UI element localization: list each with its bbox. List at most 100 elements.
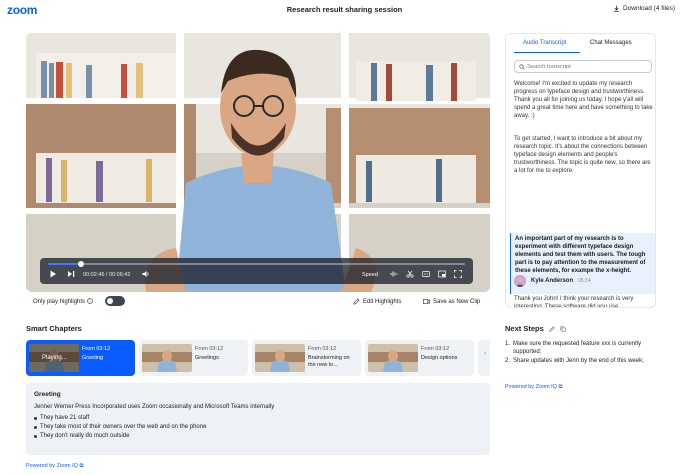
list-item: 1. Make sure the requested feature xxx is… xyxy=(505,340,657,356)
tab-chat-messages[interactable]: Chat Messages xyxy=(590,40,632,46)
page-title: Research result sharing session xyxy=(286,5,403,14)
item-text: Share updates with Jenn by the end of th… xyxy=(513,358,644,364)
clip-icon xyxy=(423,299,430,304)
copy-icon[interactable] xyxy=(560,325,566,332)
speed-button[interactable]: Speed xyxy=(362,271,378,279)
pip-icon xyxy=(438,270,446,278)
chapter-card[interactable]: From 03:12 Design options xyxy=(365,340,474,376)
chapter-from: From 03:12 xyxy=(421,346,450,352)
play-button[interactable] xyxy=(49,270,57,278)
next-steps-header: Next Steps xyxy=(505,324,566,333)
volume-button[interactable] xyxy=(142,270,150,278)
active-tab-indicator xyxy=(514,52,580,53)
summary-bullets: They have 21 staff They take most of the… xyxy=(34,415,482,439)
captions-icon xyxy=(422,271,430,277)
item-text: Make sure the requested feature xxx is c… xyxy=(513,341,642,355)
chapter-name: Design options xyxy=(421,355,458,361)
tab-audio-transcript[interactable]: Audio Transcript xyxy=(523,40,566,46)
highlight-text: An important part of my research is to e… xyxy=(515,236,646,274)
smart-chapters-title: Smart Chapters xyxy=(26,324,82,333)
search-icon xyxy=(519,64,525,70)
save-clip-label: Save as New Clip xyxy=(433,298,481,305)
powered-by-label: Powered by Zoom IQ xyxy=(505,384,557,390)
chapter-card[interactable]: From 03:12 Greetings xyxy=(139,340,248,376)
player-controls: 00:02:46 / 00:06:42 Speed xyxy=(40,258,473,284)
transcript-tabs: Audio Transcript Chat Messages xyxy=(506,38,655,53)
summary-bullet: They don't really do much outside xyxy=(34,433,482,439)
pencil-icon xyxy=(353,298,360,305)
video-frame xyxy=(26,33,490,292)
chapter-summary: Greeting Jenner Werner Press Incorporate… xyxy=(26,383,490,455)
trim-button[interactable] xyxy=(406,270,414,278)
summary-bullet: They take most of their owners over the … xyxy=(34,424,482,430)
item-number: 2. xyxy=(505,358,511,364)
speaker-timestamp: 05:14 xyxy=(578,278,591,284)
toggle-label-text: Only play highlights xyxy=(33,299,86,305)
skip-forward-icon xyxy=(68,271,75,277)
edit-icon[interactable] xyxy=(549,325,555,332)
powered-by-link[interactable]: Powered by Zoom IQ ⧉ xyxy=(505,384,562,391)
captions-button[interactable] xyxy=(422,270,430,278)
progress-handle[interactable] xyxy=(78,261,85,267)
chapter-thumbnail: Playing... xyxy=(29,344,79,372)
play-icon xyxy=(50,270,56,278)
picture-in-picture-button[interactable] xyxy=(438,270,446,278)
speaker-header: Kyle Anderson 05:14 xyxy=(514,275,591,287)
next-steps-list: 1. Make sure the requested feature xxx is… xyxy=(505,340,657,366)
fullscreen-button[interactable] xyxy=(454,270,462,278)
transcript-paragraph: To get started, I want to introduce a bi… xyxy=(514,136,651,174)
transcript-panel: Audio Transcript Chat Messages Welcome! … xyxy=(505,33,656,308)
top-bar: zoom Research result sharing session Dow… xyxy=(0,0,689,20)
info-icon[interactable]: i xyxy=(87,298,94,304)
edit-highlights-button[interactable]: Edit Highlights xyxy=(353,298,401,305)
transcript-paragraph: Thank you John! I think your research is… xyxy=(514,296,634,308)
chevron-right-icon[interactable]: › xyxy=(484,350,486,357)
highlights-toggle[interactable] xyxy=(105,296,125,306)
video-player[interactable] xyxy=(26,33,490,292)
speaker-name: Kyle Anderson xyxy=(531,278,574,284)
download-icon xyxy=(614,5,619,12)
progress-fill xyxy=(48,263,82,265)
chapter-name: Greeting xyxy=(82,355,104,361)
list-item: 2. Share updates with Jenn by the end of … xyxy=(505,357,657,365)
powered-by-link[interactable]: Powered by Zoom IQ ⧉ xyxy=(26,463,83,470)
transcript-search xyxy=(514,60,652,73)
download-button[interactable]: Download (4 files) xyxy=(613,5,675,12)
audio-wave-button[interactable] xyxy=(390,270,398,278)
chapter-card[interactable]: From 03:12 Brainstorming on the new lo..… xyxy=(252,340,361,376)
summary-body: Jenner Werner Press Incorporated uses Zo… xyxy=(34,404,275,410)
chapter-name: Greetings xyxy=(195,355,219,361)
item-number: 1. xyxy=(505,341,511,347)
skip-forward-button[interactable] xyxy=(67,270,75,278)
summary-bullet: They have 21 staff xyxy=(34,415,482,421)
chapter-from: From 03:12 xyxy=(308,346,337,352)
fullscreen-icon xyxy=(454,270,462,278)
highlights-toggle-label: Only play highlights i xyxy=(33,298,94,305)
chapter-thumbnail xyxy=(142,344,192,372)
waveform-icon xyxy=(390,271,398,277)
save-clip-button[interactable]: Save as New Clip xyxy=(423,298,480,305)
powered-by-label: Powered by Zoom IQ xyxy=(26,463,78,469)
summary-title: Greeting xyxy=(34,391,61,398)
chapter-card-partial[interactable] xyxy=(478,340,490,376)
time-display: 00:02:46 / 00:06:42 xyxy=(83,272,131,278)
chapter-from: From 03:12 xyxy=(195,346,224,352)
search-input[interactable] xyxy=(527,62,647,72)
chapter-thumbnail xyxy=(368,344,418,372)
progress-bar[interactable] xyxy=(48,261,465,267)
playing-overlay: Playing... xyxy=(42,355,67,361)
avatar xyxy=(514,275,526,287)
chapter-card[interactable]: Playing... From 03:12 Greeting xyxy=(26,340,135,376)
volume-icon xyxy=(142,271,149,277)
chapter-thumbnail xyxy=(255,344,305,372)
chapters-strip: Playing... From 03:12 Greeting From 03:1… xyxy=(26,340,490,376)
chapter-from: From 03:12 xyxy=(82,346,111,352)
scissors-icon xyxy=(406,270,414,278)
download-label: Download (4 files) xyxy=(622,5,675,12)
edit-highlights-label: Edit Highlights xyxy=(363,298,402,305)
toggle-knob xyxy=(107,298,113,304)
next-steps-title: Next Steps xyxy=(505,324,544,333)
chapter-name: Brainstorming on the new lo... xyxy=(308,355,350,368)
video-options-bar: Only play highlights i Edit Highlights Sa… xyxy=(33,296,490,308)
transcript-paragraph: Welcome! I'm excited to update my resear… xyxy=(514,81,653,119)
